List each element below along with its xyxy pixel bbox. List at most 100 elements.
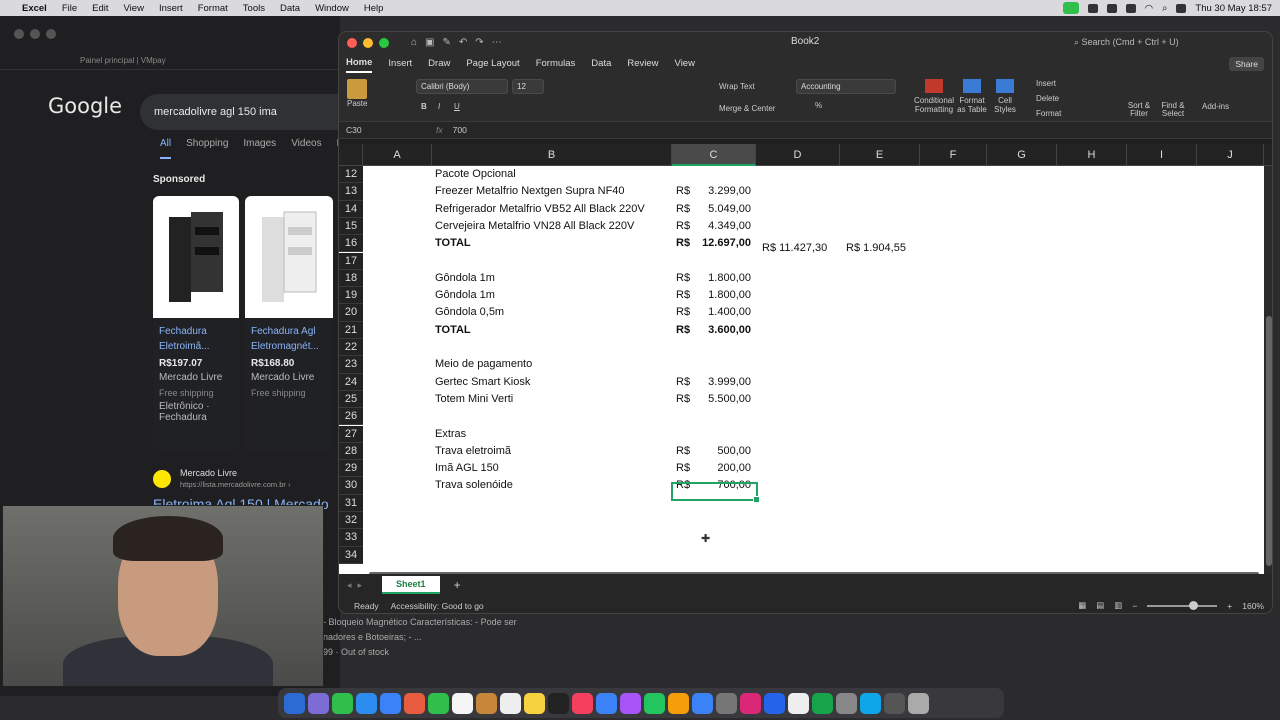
cell-c-amount[interactable]: 1.800,00	[679, 270, 751, 287]
cell-b-label[interactable]: Meio de pagamento	[435, 356, 532, 373]
row-header[interactable]: 18	[339, 269, 363, 288]
row-header[interactable]: 15	[339, 217, 363, 236]
row-header[interactable]: 24	[339, 373, 363, 391]
cell-c-amount[interactable]: 1.400,00	[679, 304, 751, 321]
edit-icon[interactable]: ✎	[443, 37, 451, 48]
settings-icon[interactable]	[716, 692, 737, 714]
cell-c-amount[interactable]: 5.049,00	[679, 201, 751, 218]
finder-icon[interactable]	[284, 692, 305, 714]
messages-icon[interactable]	[332, 692, 353, 714]
cell-c-amount[interactable]: 5.500,00	[679, 391, 751, 408]
gear-icon[interactable]	[1106, 3, 1117, 13]
paste-button[interactable]: Paste	[347, 79, 367, 108]
product-card[interactable]: Fechadura Agl Eletromagnét... R$168.80 M…	[245, 196, 333, 451]
app-icon[interactable]	[860, 692, 881, 714]
cell-c-amount[interactable]: 3.600,00	[679, 322, 751, 339]
search-icon[interactable]: ⌕	[1162, 3, 1167, 14]
add-sheet-button[interactable]: +	[454, 578, 461, 592]
minimize-dot[interactable]	[30, 29, 40, 39]
tab-view[interactable]: View	[675, 55, 695, 72]
cell-d16[interactable]: R$ 11.427,30	[762, 240, 827, 257]
home-icon[interactable]: ⌂	[411, 37, 417, 48]
percent-button[interactable]: %	[815, 101, 822, 110]
clock[interactable]: Thu 30 May 18:57	[1195, 3, 1272, 14]
zoom-button[interactable]	[379, 37, 389, 48]
underline-button[interactable]: U	[454, 102, 460, 111]
menu-format[interactable]: Format	[198, 3, 228, 14]
battery-icon[interactable]	[1125, 3, 1136, 13]
calendar-icon[interactable]	[452, 692, 473, 714]
column-header[interactable]: H	[1057, 144, 1127, 166]
row-header[interactable]: 23	[339, 356, 363, 374]
select-all-corner[interactable]	[339, 144, 363, 166]
row-header[interactable]: 30	[339, 477, 363, 495]
spreadsheet-grid[interactable]: A B C D E F G H I J 12 Pacote Opcional 13 F…	[339, 144, 1272, 574]
zoom-dot[interactable]	[46, 29, 56, 39]
trash-icon[interactable]	[908, 692, 929, 714]
podcasts-icon[interactable]	[620, 692, 641, 714]
row-header[interactable]: 34	[339, 546, 363, 564]
cell-b-label[interactable]: Extras	[435, 426, 466, 443]
menu-file[interactable]: File	[62, 3, 77, 14]
conditional-formatting-button[interactable]: Conditional Formatting	[913, 79, 955, 114]
italic-button[interactable]: I	[438, 102, 440, 111]
cell-c-amount[interactable]: 1.800,00	[679, 287, 751, 304]
photos-icon[interactable]	[404, 692, 425, 714]
cell-b-label[interactable]: Gôndola 1m	[435, 287, 495, 304]
row-header[interactable]: 14	[339, 200, 363, 218]
row-header[interactable]: 22	[339, 339, 363, 357]
cell-b-label[interactable]: Freezer Metalfrio Nextgen Supra NF40	[435, 183, 625, 200]
cell-styles-button[interactable]: Cell Styles	[992, 79, 1018, 114]
wifi-icon[interactable]: ◠	[1145, 3, 1153, 14]
share-button[interactable]: Share	[1229, 56, 1264, 71]
app-store-icon[interactable]	[692, 692, 713, 714]
cell-c-amount[interactable]: 12.697,00	[679, 235, 751, 252]
zoom-in-button[interactable]: +	[1227, 601, 1232, 611]
font-size-select[interactable]: 12	[512, 79, 544, 94]
font-name-select[interactable]: Calibri (Body)	[416, 79, 508, 94]
fx-icon[interactable]: fx	[436, 125, 443, 135]
browser-tab[interactable]: Painel principal | VMpay	[0, 52, 340, 70]
safari-icon[interactable]	[356, 692, 377, 714]
cell-c-amount[interactable]: 4.349,00	[679, 218, 751, 235]
cell-c-amount[interactable]: 200,00	[679, 460, 751, 477]
column-header[interactable]: E	[840, 144, 920, 166]
scroll-thumb[interactable]	[1266, 316, 1272, 566]
tab-shopping[interactable]: Shopping	[186, 138, 228, 159]
tab-formulas[interactable]: Formulas	[536, 55, 576, 72]
column-header[interactable]: B	[432, 144, 672, 166]
sheet-nav-arrows[interactable]: ◂▸	[347, 580, 368, 591]
column-header[interactable]: G	[987, 144, 1057, 166]
insert-cells-button[interactable]: Insert	[1036, 79, 1056, 88]
product-title[interactable]: Fechadura Eletroimã...	[153, 318, 239, 354]
cell-e16[interactable]: R$ 1.904,55	[846, 240, 906, 257]
downloads-icon[interactable]	[884, 692, 905, 714]
name-box[interactable]: C30	[339, 125, 394, 135]
cell-c-amount[interactable]: 500,00	[679, 443, 751, 460]
zoom-out-button[interactable]: −	[1132, 601, 1137, 611]
save-icon[interactable]: ▣	[425, 37, 434, 48]
row-header[interactable]: 12	[339, 166, 363, 184]
product-title[interactable]: Fechadura Agl Eletromagnét...	[245, 318, 333, 354]
numbers-icon[interactable]	[644, 692, 665, 714]
row-header[interactable]: 21	[339, 321, 363, 339]
cell-b-label[interactable]: Gôndola 0,5m	[435, 304, 504, 321]
row-header[interactable]: 28	[339, 442, 363, 461]
reminders-icon[interactable]	[500, 692, 521, 714]
cell-c-amount[interactable]: 3.999,00	[679, 374, 751, 391]
tab-images[interactable]: Images	[243, 138, 276, 159]
menu-insert[interactable]: Insert	[159, 3, 183, 14]
column-header[interactable]: A	[363, 144, 432, 166]
page-break-icon[interactable]: ▥	[1114, 600, 1122, 611]
column-header[interactable]: F	[920, 144, 987, 166]
cell-b-label[interactable]: Trava solenóide	[435, 477, 513, 494]
facetime-icon[interactable]	[428, 692, 449, 714]
row-header[interactable]: 25	[339, 390, 363, 409]
tab-insert[interactable]: Insert	[388, 55, 412, 72]
cell-b-label[interactable]: Gertec Smart Kiosk	[435, 374, 530, 391]
cell-b-label[interactable]: Totem Mini Verti	[435, 391, 513, 408]
row-header[interactable]: 16	[339, 235, 363, 253]
merge-center-button[interactable]: Merge & Center	[719, 104, 775, 113]
word-icon[interactable]	[764, 692, 785, 714]
launchpad-icon[interactable]	[308, 692, 329, 714]
